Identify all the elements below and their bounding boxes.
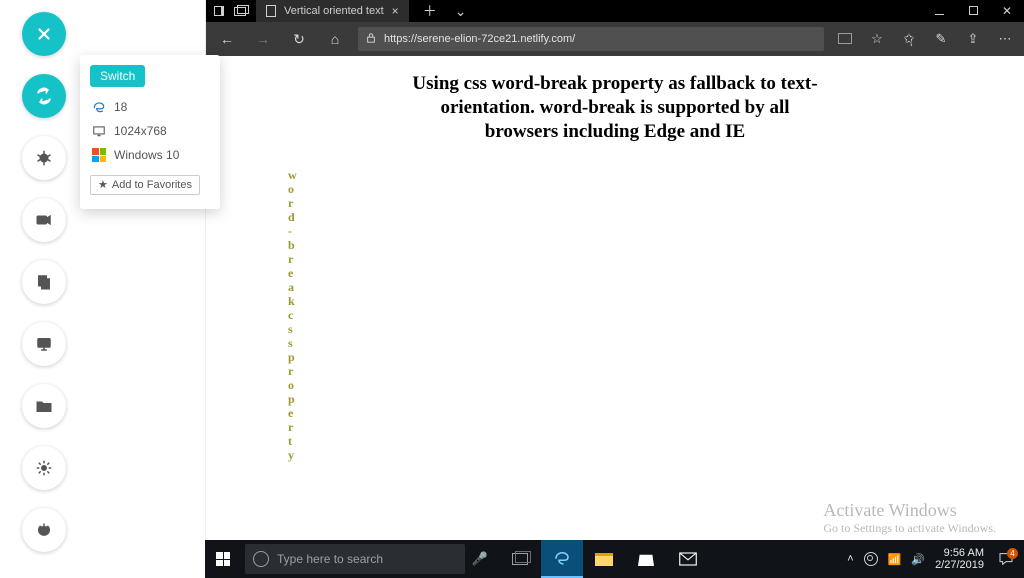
watermark-subtitle: Go to Settings to activate Windows. — [823, 521, 996, 536]
settings-button[interactable] — [22, 446, 66, 490]
resolution-row: 1024x768 — [80, 119, 220, 143]
reading-view-icon[interactable] — [834, 32, 856, 47]
power-button[interactable] — [22, 508, 66, 552]
window-minimize-button[interactable] — [922, 4, 956, 18]
pinned-apps — [499, 540, 709, 578]
window-titlebar: Vertical oriented text × ＋ ⌄ ✕ — [206, 0, 1024, 22]
action-center-button[interactable]: 4 — [994, 547, 1018, 571]
lock-icon — [366, 33, 376, 46]
tab-preview-icon[interactable] — [234, 7, 246, 16]
more-menu-icon[interactable]: ⋯ — [994, 31, 1016, 47]
taskbar-search[interactable]: Type here to search — [245, 544, 465, 574]
window-maximize-button[interactable] — [956, 4, 990, 18]
os-row: Windows 10 — [80, 143, 220, 167]
task-view-button[interactable] — [499, 540, 541, 578]
nav-forward-button[interactable]: → — [250, 31, 276, 47]
tray-people-icon[interactable] — [864, 552, 878, 566]
url-field[interactable]: https://serene-elion-72ce21.netlify.com/ — [358, 27, 824, 51]
share-icon[interactable]: ⇪ — [962, 31, 984, 47]
page-heading: Using css word-break property as fallbac… — [405, 72, 825, 143]
page-viewport: Using css word-break property as fallbac… — [206, 72, 1024, 556]
os-text: Windows 10 — [114, 148, 179, 162]
page-icon — [266, 5, 276, 17]
device-info-panel: Switch 18 1024x768 Windows 10 ★ Add to F… — [80, 55, 220, 209]
address-bar: ← → ↻ ⌂ https://serene-elion-72ce21.netl… — [206, 22, 1024, 56]
watermark-title: Activate Windows — [823, 500, 996, 521]
tray-overflow-icon[interactable]: ˄ — [847, 553, 853, 565]
star-icon: ★ — [98, 180, 108, 191]
window-close-button[interactable]: ✕ — [990, 4, 1024, 18]
tray-date: 2/27/2019 — [935, 559, 984, 571]
browser-version-text: 18 — [114, 100, 127, 114]
edge-icon — [92, 100, 106, 114]
taskbar-mail-button[interactable] — [667, 540, 709, 578]
close-tab-icon[interactable]: × — [392, 4, 399, 18]
taskbar-explorer-button[interactable] — [583, 540, 625, 578]
notification-badge: 4 — [1007, 548, 1018, 559]
favorite-star-icon[interactable]: ☆ — [866, 31, 888, 47]
search-placeholder-text: Type here to search — [277, 552, 383, 566]
windows-icon — [92, 148, 106, 162]
close-session-button[interactable] — [22, 12, 66, 56]
dev-tool-strip — [22, 12, 72, 570]
tray-clock[interactable]: 9:56 AM 2/27/2019 — [935, 547, 984, 571]
monitor-icon — [92, 124, 106, 138]
tab-title-text: Vertical oriented text — [284, 5, 384, 17]
tray-time: 9:56 AM — [935, 547, 984, 559]
activate-windows-watermark: Activate Windows Go to Settings to activ… — [823, 500, 996, 536]
windows-taskbar: Type here to search 🎤 ˄ 📶 🔊 9:56 AM 2/27… — [205, 540, 1024, 578]
edge-browser-window: Vertical oriented text × ＋ ⌄ ✕ ← → ↻ ⌂ h… — [205, 0, 1024, 540]
taskbar-store-button[interactable] — [625, 540, 667, 578]
local-testing-button[interactable] — [22, 322, 66, 366]
tray-network-icon[interactable]: 📶 — [888, 553, 902, 566]
taskbar-edge-button[interactable] — [541, 540, 583, 578]
files-button[interactable] — [22, 384, 66, 428]
bug-report-button[interactable] — [22, 136, 66, 180]
copy-button[interactable] — [22, 260, 66, 304]
tabs-dropdown-icon[interactable]: ⌄ — [451, 3, 471, 20]
nav-back-button[interactable]: ← — [214, 31, 240, 47]
start-button[interactable] — [205, 540, 241, 578]
url-text: https://serene-elion-72ce21.netlify.com/ — [384, 33, 575, 45]
nav-home-button[interactable]: ⌂ — [322, 31, 348, 47]
switch-button[interactable]: Switch — [90, 65, 145, 87]
switch-device-button[interactable] — [22, 74, 66, 118]
resolution-text: 1024x768 — [114, 124, 167, 138]
cortana-icon — [253, 551, 269, 567]
vertical-text-demo: word-break css property — [288, 168, 298, 462]
tray-volume-icon[interactable]: 🔊 — [911, 553, 925, 566]
add-favorites-label: Add to Favorites — [112, 179, 192, 191]
nav-refresh-button[interactable]: ↻ — [286, 31, 312, 48]
favorites-hub-icon[interactable]: ✩̩ — [898, 31, 920, 47]
tab-aside-icon[interactable] — [214, 6, 224, 16]
add-favorites-button[interactable]: ★ Add to Favorites — [90, 175, 200, 195]
browser-tab[interactable]: Vertical oriented text × — [256, 0, 409, 22]
system-tray: ˄ 📶 🔊 9:56 AM 2/27/2019 4 — [847, 547, 1024, 571]
record-video-button[interactable] — [22, 198, 66, 242]
mic-icon[interactable]: 🎤 — [465, 551, 495, 567]
browser-row: 18 — [80, 95, 220, 119]
notes-icon[interactable]: ✎ — [930, 31, 952, 47]
windows-logo-icon — [216, 552, 230, 566]
new-tab-button[interactable]: ＋ — [419, 1, 441, 21]
